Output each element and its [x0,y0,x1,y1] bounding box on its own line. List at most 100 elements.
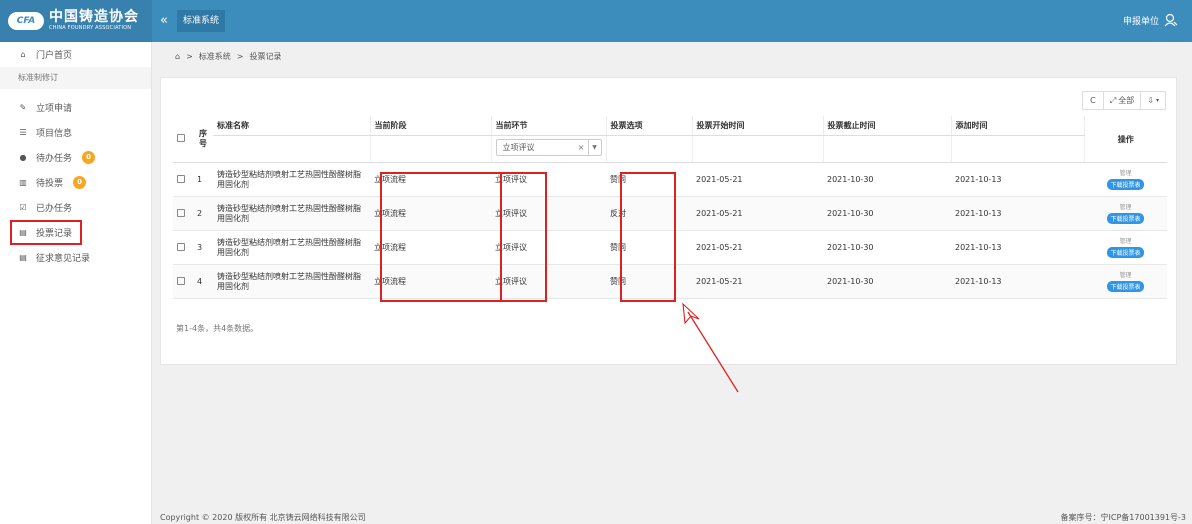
cell-seq: 3 [193,230,213,265]
sidebar: ⌂ 门户首页 标准制修订 ✎ 立项申请 ☰ 项目信息 ● 待办任务 0 ▥ 待投… [0,42,152,524]
cell-end: 2021-10-30 [823,196,951,231]
sidebar-item-completed-tasks[interactable]: ☑ 已办任务 [0,195,151,220]
sidebar-item-project-application[interactable]: ✎ 立项申请 [0,95,151,120]
user-icon [1164,13,1178,27]
export-icon: ⇩ [1147,96,1154,105]
step-filter-select[interactable]: 立项评议 × ▼ [495,139,602,156]
chevron-down-icon: ▾ [1155,97,1159,104]
column-header-start[interactable]: 投票开始时间 [691,116,823,136]
cell-option: 赞同 [606,230,692,265]
home-icon[interactable]: ⌂ [175,52,180,61]
sidebar-item-home[interactable]: ⌂ 门户首页 [0,42,151,67]
cell-step: 立项评议 [491,264,606,299]
brand-logo[interactable]: CFA 中国铸造协会 CHINA FOUNDRY ASSOCIATION [0,0,152,42]
manage-link[interactable]: 管理 [1088,204,1163,212]
home-icon: ⌂ [20,50,26,59]
footer-icp[interactable]: 备案序号：宁ICP备17001391号-3 [1061,512,1186,523]
list-icon: ☰ [19,128,27,137]
cell-seq: 1 [193,162,213,197]
sidebar-item-vote-records[interactable]: ▤ 投票记录 [10,220,82,245]
info-icon: ● [19,153,27,162]
manage-link[interactable]: 管理 [1088,238,1163,246]
vote-records-table: 序号 标准名称 当前阶段 当前环节 投票选项 投票开始时间 投票截止时间 添加时… [173,116,1167,299]
download-ballot-button[interactable]: 下载投票表 [1107,212,1144,224]
download-ballot-button[interactable]: 下载投票表 [1107,280,1144,292]
sidebar-item-project-info[interactable]: ☰ 项目信息 [0,120,151,145]
breadcrumb: ⌂ > 标准系统 > 投票记录 [175,51,287,62]
cell-name: 铸造砂型粘结剂喷射工艺热固性酚醛树脂用固化剂 [213,196,370,231]
breadcrumb-level1[interactable]: 标准系统 [199,51,231,62]
download-ballot-button[interactable]: 下载投票表 [1107,178,1144,190]
select-all-checkbox[interactable] [177,134,185,142]
cell-end: 2021-10-30 [823,162,951,197]
row-checkbox[interactable] [177,242,185,251]
column-header-end[interactable]: 投票截止时间 [822,116,951,136]
pagination-summary: 第1-4条，共4条数据。 [176,324,259,333]
breadcrumb-level2: 投票记录 [249,52,282,61]
sidebar-item-pending-tasks[interactable]: ● 待办任务 0 [0,145,151,170]
cell-actions: 管理 下载投票表 [1084,162,1167,197]
step-filter-value: 立项评议 [502,143,535,152]
column-header-seq[interactable]: 序号 [193,116,213,163]
cell-added: 2021-10-13 [951,196,1084,231]
refresh-icon: C [1090,96,1096,105]
column-header-option[interactable]: 投票选项 [605,116,692,136]
sidebar-collapse-button[interactable]: « [160,13,168,28]
sidebar-item-comment-records[interactable]: ▤ 征求意见记录 [0,245,151,270]
topnav-tab-standard-system[interactable]: 标准系统 [177,10,226,32]
cell-end: 2021-10-30 [823,264,951,299]
column-header-action: 操作 [1083,116,1167,163]
cell-start: 2021-05-21 [692,230,823,265]
sidebar-item-label: 投票记录 [36,229,73,239]
sidebar-group-standard-revision[interactable]: 标准制修订 [0,67,151,89]
row-checkbox[interactable] [177,208,185,217]
row-checkbox[interactable] [177,276,185,285]
cell-start: 2021-05-21 [692,162,823,197]
cell-stage: 立项流程 [370,230,491,265]
cell-actions: 管理 下载投票表 [1084,230,1167,265]
table-row: 1 铸造砂型粘结剂喷射工艺热固性酚醛树脂用固化剂 立项流程 立项评议 赞同 20… [173,162,1167,197]
manage-link[interactable]: 管理 [1088,170,1163,178]
sidebar-item-label: 待投票 [36,179,64,189]
cell-stage: 立项流程 [370,196,491,231]
cell-added: 2021-10-13 [951,264,1084,299]
sidebar-item-label: 项目信息 [36,129,73,139]
sidebar-item-label: 门户首页 [36,51,73,61]
download-ballot-button[interactable]: 下载投票表 [1107,246,1144,258]
column-header-stage[interactable]: 当前阶段 [369,116,491,136]
user-menu[interactable]: 申报单位 [1123,13,1178,27]
cell-stage: 立项流程 [370,162,491,197]
row-checkbox[interactable] [177,174,185,183]
manage-link[interactable]: 管理 [1088,272,1163,280]
user-name: 申报单位 [1122,16,1159,27]
top-bar: CFA 中国铸造协会 CHINA FOUNDRY ASSOCIATION « 标… [0,0,1192,42]
cell-added: 2021-10-13 [951,162,1084,197]
brand-name-cn: 中国铸造协会 [49,9,139,25]
breadcrumb-separator: > [186,52,193,61]
sidebar-item-label: 立项申请 [36,104,73,114]
cell-name: 铸造砂型粘结剂喷射工艺热固性酚醛树脂用固化剂 [213,230,370,265]
cell-step: 立项评议 [491,162,606,197]
sidebar-item-pending-votes[interactable]: ▥ 待投票 0 [0,170,151,195]
cell-seq: 4 [193,264,213,299]
edit-icon: ✎ [19,103,27,112]
expand-icon: ⤢ [1109,95,1117,105]
table-row: 3 铸造砂型粘结剂喷射工艺热固性酚醛树脂用固化剂 立项流程 立项评议 赞同 20… [173,230,1167,265]
chevron-down-icon[interactable]: ▼ [587,140,601,155]
cell-option: 赞同 [606,264,692,299]
brand-name-en: CHINA FOUNDRY ASSOCIATION [49,25,132,31]
refresh-button[interactable]: C [1081,91,1104,110]
column-header-step[interactable]: 当前环节 [490,116,606,136]
brand-text: 中国铸造协会 CHINA FOUNDRY ASSOCIATION [49,10,139,32]
table-filter-row: 立项评议 × ▼ [173,135,1167,163]
toggle-all-button[interactable]: ⤢ 全部 [1102,91,1142,110]
cell-start: 2021-05-21 [692,196,823,231]
table-row: 4 铸造砂型粘结剂喷射工艺热固性酚醛树脂用固化剂 立项流程 立项评议 赞同 20… [173,264,1167,299]
column-header-added[interactable]: 添加时间 [950,116,1084,136]
column-header-name[interactable]: 标准名称 [213,116,370,136]
pending-votes-badge: 0 [73,176,87,189]
export-button[interactable]: ⇩ ▾ [1140,91,1166,110]
clear-filter-icon[interactable]: × [578,143,585,152]
document-icon: ▤ [19,253,27,262]
cell-step: 立项评议 [491,196,606,231]
